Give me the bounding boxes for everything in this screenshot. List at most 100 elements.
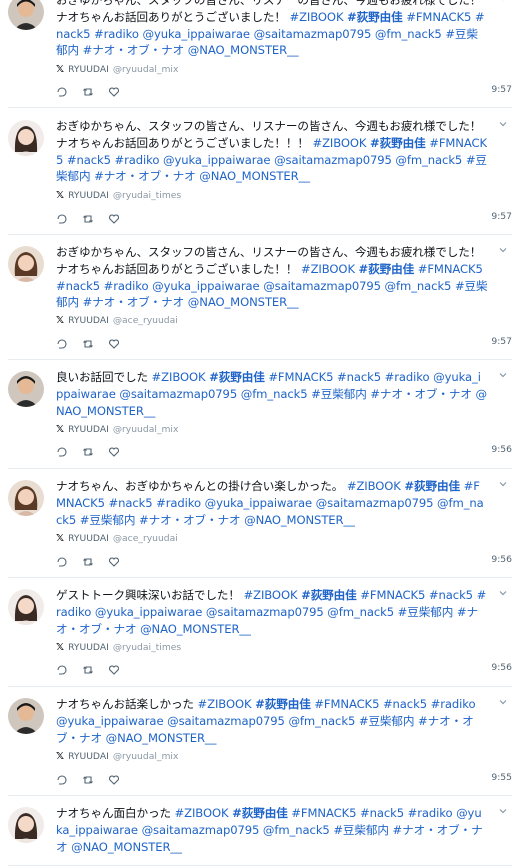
hashtag-link[interactable]: #nack5 [337, 370, 381, 384]
hashtag-link[interactable]: オ [460, 387, 472, 401]
hashtag-link[interactable]: #ナオ・オブ・ナオ [139, 513, 241, 527]
avatar[interactable] [8, 480, 44, 516]
avatar[interactable] [8, 807, 44, 843]
avatar[interactable] [8, 698, 44, 734]
mention-link[interactable]: @yuka_ippaiwarae [142, 27, 250, 41]
hashtag-link[interactable]: #nack5 [383, 697, 427, 711]
source-handle[interactable]: @ryudai_times [113, 642, 181, 653]
hashtag-link[interactable]: #nack5 [56, 279, 100, 293]
source-handle[interactable]: @ryuudal_mix [113, 424, 179, 435]
avatar[interactable] [8, 0, 44, 30]
tweet-item[interactable]: ナオちゃん面白かった #ZIBOOK #荻野由佳 #FMNACK5 #nack5… [8, 796, 512, 866]
avatar[interactable] [8, 246, 44, 282]
hashtag-link[interactable]: #radiko [408, 806, 453, 820]
mention-link[interactable]: @yuka_ippaiwarae [205, 496, 313, 510]
tweet-item[interactable]: 良いお話回でした #ZIBOOK #荻野由佳 #FMNACK5 #nack5 #… [8, 360, 512, 469]
hashtag-link[interactable]: #荻野由佳 [347, 10, 403, 24]
hashtag-link[interactable]: #豆柴郁内 [311, 387, 367, 401]
hashtag-link[interactable]: #荻野由佳 [370, 136, 426, 150]
hashtag-link[interactable]: #豆柴郁内 [398, 605, 454, 619]
mention-link[interactable]: @saitamazmap0795 [263, 279, 381, 293]
source-handle[interactable]: @ace_ryuudai [113, 533, 178, 544]
mention-link[interactable]: @yuka_ippaiwarae [95, 605, 203, 619]
mention-link[interactable]: @fm_nack5 [375, 27, 442, 41]
tweet-item[interactable]: おぎゆかちゃん、スタッフの皆さん、リスナーの皆さん、今週もお疲れ様でした！ ナオち… [8, 0, 512, 108]
avatar[interactable] [8, 120, 44, 156]
tweet-item[interactable]: ナオちゃん、おぎゆかちゃんとの掛け合い楽しかった。 #ZIBOOK #荻野由佳 … [8, 469, 512, 578]
hashtag-link[interactable]: #ZIBOOK [198, 697, 252, 711]
chevron-down-icon[interactable] [498, 479, 508, 492]
mention-link[interactable]: @saitamazmap0795 [167, 714, 285, 728]
mention-link[interactable]: @fm_nack5 [288, 714, 355, 728]
mention-link[interactable]: @NAO_MONSTER__ [140, 622, 251, 636]
reply-icon[interactable] [56, 335, 68, 349]
hashtag-link[interactable]: #ZIBOOK [347, 479, 401, 493]
hashtag-link[interactable]: #ナオ・オブ・ナオ [94, 169, 196, 183]
tweet-timestamp[interactable]: 9:56 [491, 444, 512, 455]
mention-link[interactable]: @NAO_MONSTER__ [71, 840, 182, 854]
chevron-down-icon[interactable] [498, 0, 508, 6]
hashtag-link[interactable]: #radiko [104, 279, 149, 293]
mention-link[interactable]: @saitamazmap0795 [206, 605, 324, 619]
retweet-icon[interactable] [82, 443, 94, 456]
mention-link[interactable]: @NAO_MONSTER__ [188, 295, 299, 309]
heart-icon[interactable] [108, 553, 120, 567]
mention-link[interactable]: @saitamazmap0795 [254, 27, 372, 41]
tweet-timestamp[interactable]: 9:57 [491, 211, 512, 222]
mention-link[interactable]: @fm_nack5 [241, 387, 308, 401]
hashtag-link[interactable]: #ナオ・オブ・ナオ [83, 43, 185, 57]
heart-icon[interactable] [108, 83, 120, 97]
hashtag-link[interactable]: #FMNACK5 [314, 697, 379, 711]
chevron-down-icon[interactable] [498, 245, 508, 258]
hashtag-link[interactable]: #radiko [94, 27, 139, 41]
retweet-icon[interactable] [82, 335, 94, 348]
retweet-icon[interactable] [82, 210, 94, 223]
tweet-source[interactable]: 𝕏 RYUUDAI @ace_ryuudai [56, 533, 178, 544]
heart-icon[interactable] [108, 771, 120, 785]
hashtag-link[interactable]: #FMNACK5 [406, 10, 471, 24]
hashtag-link[interactable]: #ナオ・オブ・ナオ [83, 295, 185, 309]
tweet-timestamp[interactable]: 9:55 [491, 772, 512, 783]
mention-link[interactable]: @fm_nack5 [395, 153, 462, 167]
mention-link[interactable]: @yuka_ippaiwarae [152, 279, 260, 293]
mention-link[interactable]: @fm_nack5 [263, 823, 330, 837]
retweet-icon[interactable] [82, 661, 94, 674]
tweet-item[interactable]: おぎゆかちゃん、スタッフの皆さん、リスナーの皆さん、今週もお疲れ様でした！ ナオち… [8, 109, 512, 235]
hashtag-link[interactable]: #荻野由佳 [209, 370, 265, 384]
source-handle[interactable]: @ryuudal_mix [113, 751, 179, 762]
hashtag-link[interactable]: オ [90, 731, 102, 745]
mention-link[interactable]: @saitamazmap0795 [316, 496, 434, 510]
tweet-timestamp[interactable]: 9:57 [491, 336, 512, 347]
hashtag-link[interactable]: #ZIBOOK [244, 588, 298, 602]
hashtag-link[interactable]: #FMNACK5 [268, 370, 333, 384]
retweet-icon[interactable] [82, 771, 94, 784]
tweet-timestamp[interactable]: 9:57 [491, 84, 512, 95]
hashtag-link[interactable]: #豆柴郁内 [359, 714, 415, 728]
chevron-down-icon[interactable] [498, 806, 508, 819]
source-handle[interactable]: @ryuudal_mix [113, 64, 179, 75]
hashtag-link[interactable]: #nack5 [108, 496, 152, 510]
tweet-source[interactable]: 𝕏 RYUUDAI @ace_ryuudai [56, 315, 178, 326]
tweet-source[interactable]: 𝕏 RYUUDAI @ryudai_times [56, 642, 181, 653]
hashtag-link[interactable]: #ZIBOOK [312, 136, 366, 150]
hashtag-link[interactable]: #FMNACK5 [418, 262, 483, 276]
reply-icon[interactable] [56, 771, 68, 785]
hashtag-link[interactable]: #荻野由佳 [255, 697, 311, 711]
reply-icon[interactable] [56, 661, 68, 675]
avatar[interactable] [8, 371, 44, 407]
hashtag-link[interactable]: #荻野由佳 [301, 588, 357, 602]
hashtag-link[interactable]: #FMNACK5 [360, 588, 425, 602]
reply-icon[interactable] [56, 443, 68, 457]
tweet-item[interactable]: ゲストトーク興味深いお話でした！ #ZIBOOK #荻野由佳 #FMNACK5 … [8, 578, 512, 687]
retweet-icon[interactable] [82, 83, 94, 96]
tweet-item[interactable]: ナオちゃんお話楽しかった #ZIBOOK #荻野由佳 #FMNACK5 #nac… [8, 687, 512, 796]
hashtag-link[interactable]: 豆柴郁内 [89, 513, 135, 527]
retweet-icon[interactable] [82, 553, 94, 566]
source-handle[interactable]: @ryudai_times [113, 190, 181, 201]
mention-link[interactable]: @saitamazmap0795 [119, 387, 237, 401]
hashtag-link[interactable]: #radiko [385, 370, 430, 384]
tweet-source[interactable]: 𝕏 RYUUDAI @ryudai_times [56, 190, 181, 201]
reply-icon[interactable] [56, 83, 68, 97]
hashtag-link[interactable]: #radiko [115, 153, 160, 167]
hashtag-link[interactable]: #nack5 [360, 806, 404, 820]
